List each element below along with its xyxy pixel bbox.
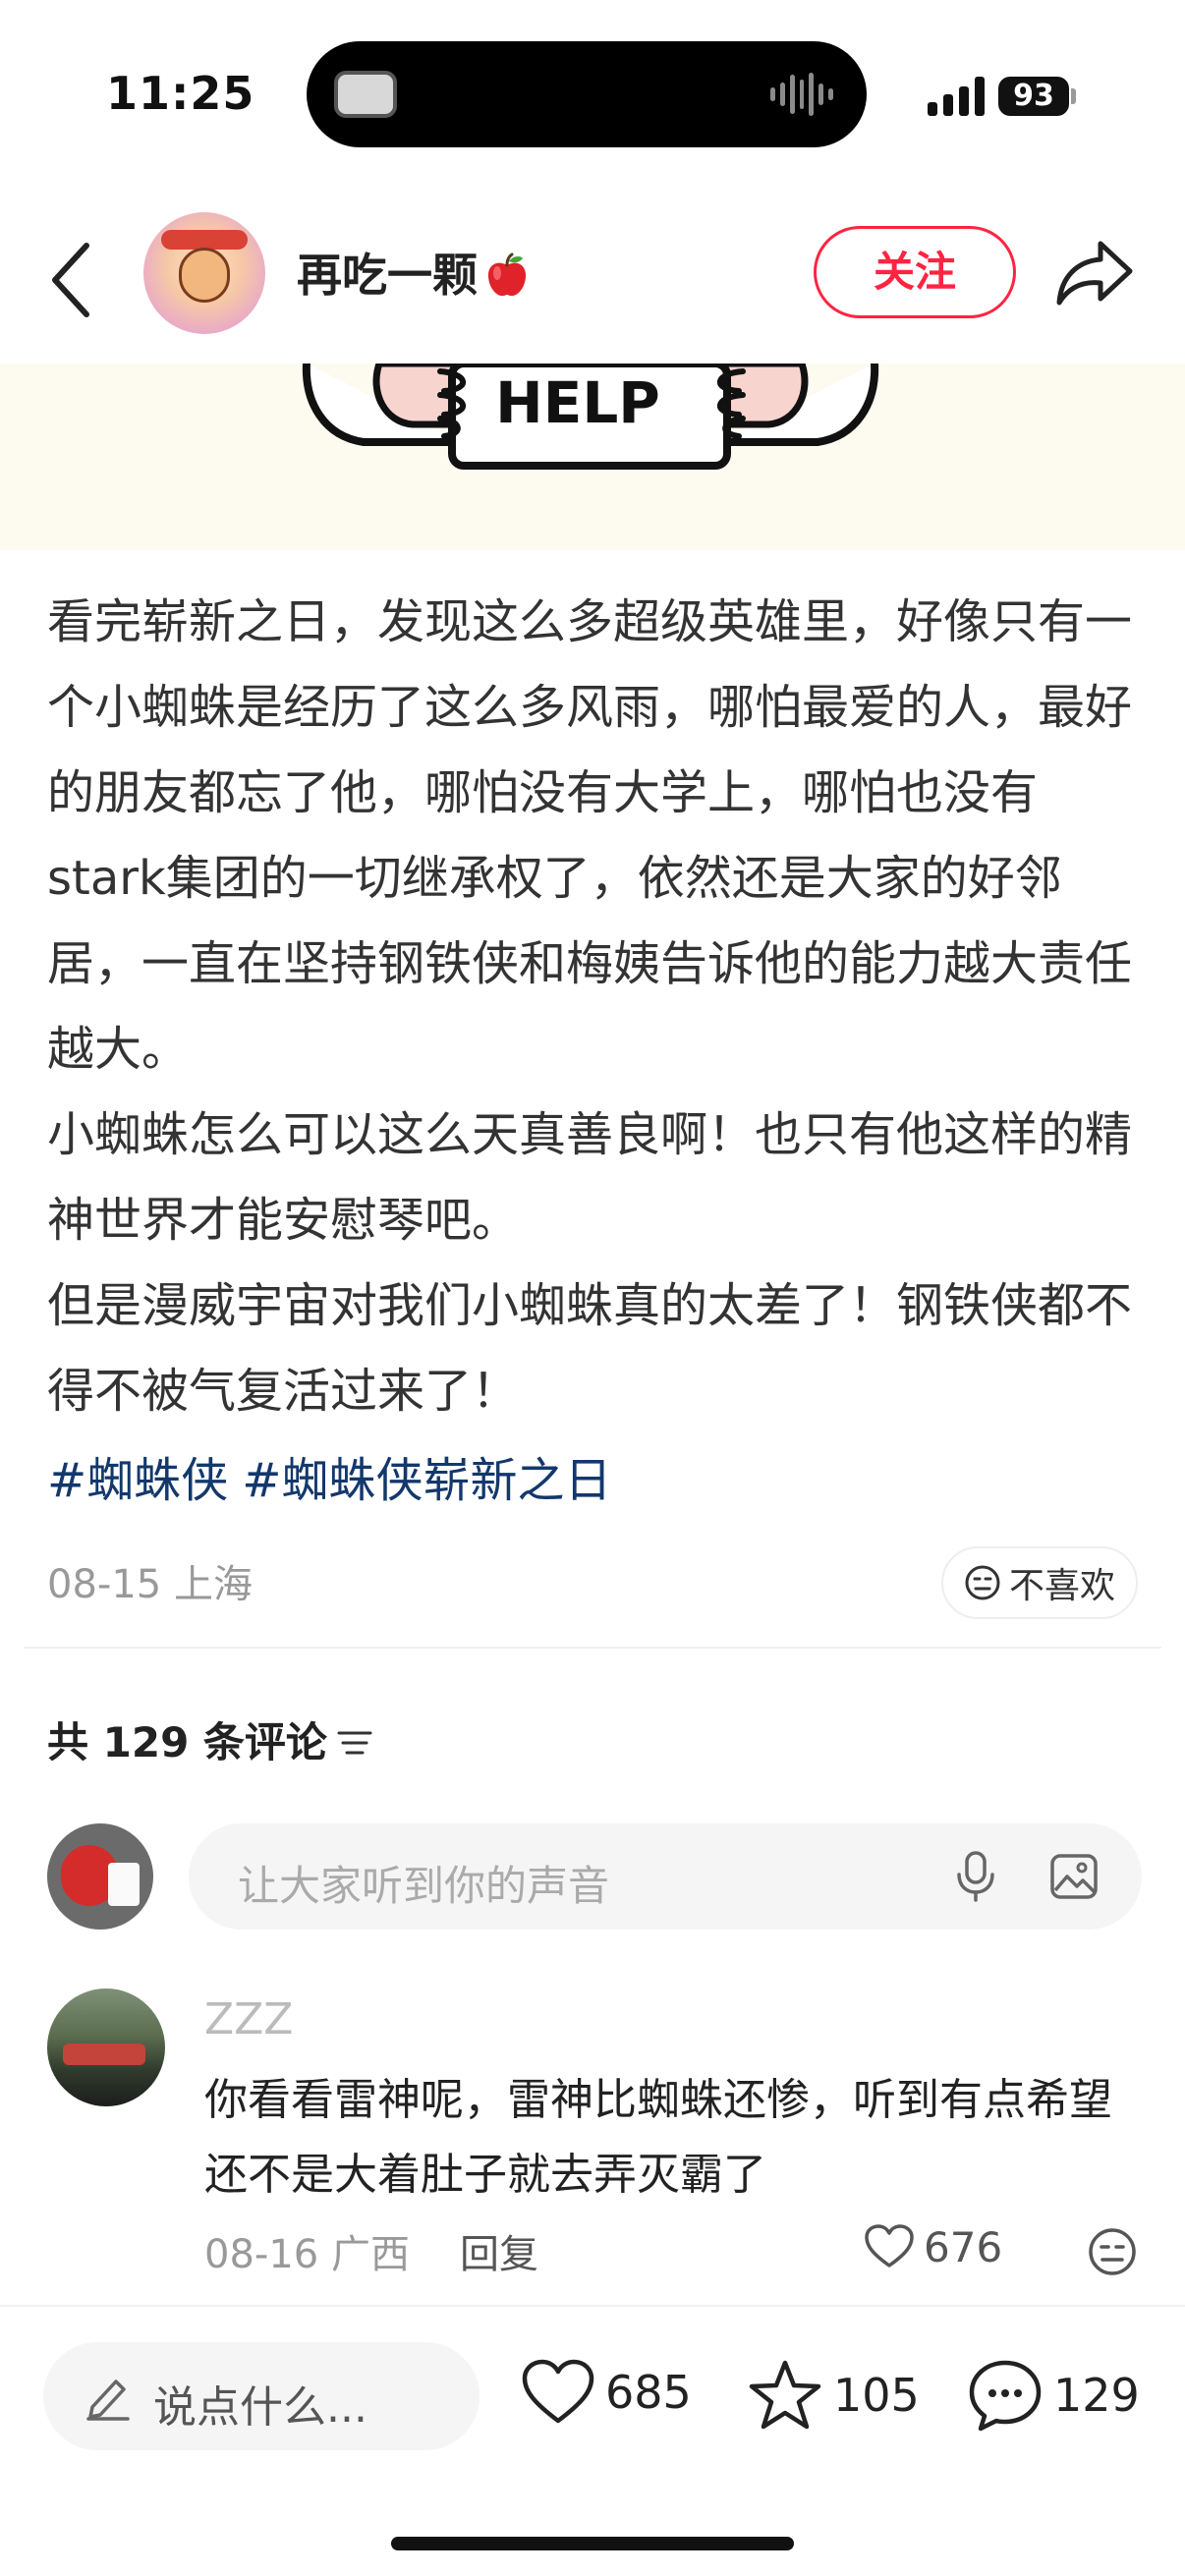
audio-wave-icon — [770, 71, 834, 118]
author-name[interactable]: 再吃一颗 — [297, 240, 531, 305]
dynamic-island — [307, 41, 867, 147]
author-name-text: 再吃一颗 — [297, 249, 478, 302]
avatar-car-shape — [63, 2044, 145, 2065]
comment-input-placeholder: 让大家听到你的声音 — [238, 1862, 610, 1910]
commenter-avatar[interactable] — [47, 1988, 165, 2106]
commenter-name[interactable]: ZZZ — [204, 1994, 293, 2044]
meh-face-icon — [965, 1565, 1000, 1600]
comment-bubble-icon — [969, 2360, 1042, 2432]
post-paragraph: 看完崭新之日，发现这么多超级英雄里，好像只有一个小蜘蛛是经历了这么多风雨，哪怕最… — [47, 594, 1133, 1077]
pencil-icon — [86, 2380, 130, 2421]
like-count: 685 — [605, 2366, 692, 2419]
status-bar: 11:25 93 — [0, 0, 1185, 187]
comment-count: 129 — [1053, 2369, 1140, 2422]
like-button[interactable]: 685 — [521, 2358, 692, 2427]
bottom-action-bar: 说点什么... 685 105 129 — [0, 2305, 1185, 2576]
post-date-location: 08-15 上海 — [47, 1562, 253, 1607]
avatar-band — [161, 230, 248, 250]
comment-text[interactable]: 你看看雷神呢，雷神比蜘蛛还惨，听到有点希望还不是大着肚子就去弄灭霸了 — [204, 2063, 1148, 2212]
microphone-icon[interactable] — [953, 1849, 998, 1904]
reply-button[interactable]: 回复 — [460, 2222, 538, 2279]
image-icon[interactable] — [1049, 1853, 1099, 1900]
tag-link[interactable]: #蜘蛛侠 — [47, 1453, 228, 1508]
avatar-cup — [108, 1863, 140, 1906]
say-something-input[interactable]: 说点什么... — [43, 2342, 480, 2450]
post-paragraph: 但是漫威宇宙对我们小蜘蛛真的太差了！钢铁侠都不得不被气复活过来了！ — [47, 1278, 1133, 1419]
comment-button[interactable]: 129 — [967, 2358, 1140, 2433]
dislike-label: 不喜欢 — [1008, 1566, 1115, 1606]
post-paragraph: 小蜘蛛怎么可以这么天真善良啊！也只有他这样的精神世界才能安慰琴吧。 — [47, 1107, 1133, 1248]
comments-count-label: 共 129 条评论 — [47, 1718, 327, 1766]
post-image[interactable]: HELP — [0, 364, 1185, 550]
my-avatar[interactable] — [47, 1823, 153, 1930]
battery-cap — [1071, 88, 1076, 104]
avatar-face — [179, 248, 230, 303]
heart-icon — [522, 2359, 594, 2424]
help-text: HELP — [495, 369, 660, 436]
favorite-button[interactable]: 105 — [747, 2358, 920, 2433]
post-body: 看完崭新之日，发现这么多超级英雄里，好像只有一个小蜘蛛是经历了这么多风雨，哪怕最… — [47, 580, 1138, 1434]
post-tags: #蜘蛛侠 #蜘蛛侠崭新之日 — [47, 1438, 625, 1524]
star-icon — [749, 2360, 821, 2430]
comment-dislike-icon[interactable] — [1087, 2226, 1138, 2277]
sort-icon[interactable] — [335, 1725, 374, 1761]
comment-date-location: 08-16 广西 — [204, 2232, 410, 2277]
say-something-placeholder: 说点什么... — [153, 2382, 367, 2433]
comment-like-button[interactable]: 676 — [863, 2222, 1002, 2271]
battery-icon: 93 — [998, 77, 1069, 116]
home-indicator[interactable] — [391, 2537, 794, 2550]
author-avatar[interactable] — [143, 212, 265, 334]
tag-link[interactable]: #蜘蛛侠崭新之日 — [242, 1453, 611, 1508]
status-time: 11:25 — [106, 67, 255, 120]
post-header: 再吃一颗 关注 — [0, 196, 1185, 364]
apple-emoji-icon — [487, 252, 527, 297]
signal-icon — [928, 77, 988, 116]
heart-icon — [865, 2224, 914, 2268]
dislike-button[interactable]: 不喜欢 — [941, 1546, 1138, 1619]
comment-input[interactable]: 让大家听到你的声音 — [189, 1823, 1142, 1930]
music-artwork-icon — [334, 71, 397, 118]
share-icon[interactable] — [1053, 236, 1136, 310]
divider — [24, 1647, 1161, 1649]
comments-count[interactable]: 共 129 条评论 — [47, 1709, 374, 1769]
comment-like-count: 676 — [924, 2222, 1003, 2271]
favorite-count: 105 — [833, 2369, 920, 2422]
back-icon[interactable] — [43, 236, 102, 324]
help-sign-illustration: HELP — [302, 364, 879, 470]
follow-button[interactable]: 关注 — [814, 226, 1016, 318]
